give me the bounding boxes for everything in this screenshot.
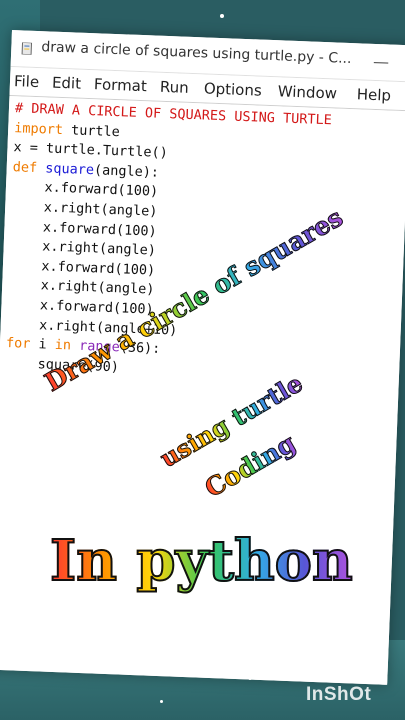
code-line: x.forward(100) — [8, 256, 156, 279]
code-line: x.right(angle) — [7, 276, 155, 299]
code-line: x.forward(100) — [7, 296, 154, 318]
sparkle — [248, 676, 252, 680]
menu-help[interactable]: Help — [356, 85, 391, 104]
code-line: x.forward(100) — [10, 217, 157, 240]
menu-edit[interactable]: Edit — [52, 74, 82, 93]
sparkle — [298, 226, 302, 230]
code-line: x.right(angle) — [10, 198, 158, 220]
code-line: import turtle — [13, 119, 121, 140]
menu-window[interactable]: Window — [277, 82, 337, 102]
sparkle — [66, 500, 70, 504]
sparkle — [220, 14, 224, 18]
sparkle — [338, 642, 343, 647]
python-file-icon — [21, 42, 33, 55]
sparkle — [352, 72, 357, 77]
code-line: def square(angle): — [12, 158, 160, 181]
headline-text: In python — [49, 527, 354, 595]
sparkle — [20, 660, 27, 667]
sparkle — [372, 498, 376, 502]
sparkle — [395, 160, 399, 164]
sparkle — [360, 448, 366, 454]
menu-options[interactable]: Options — [204, 79, 263, 99]
sparkle — [160, 700, 163, 703]
sparkle — [374, 604, 378, 608]
minimize-icon[interactable]: — — [373, 52, 390, 72]
menu-run[interactable]: Run — [160, 78, 189, 97]
window-title: draw a circle of squares using turtle.py… — [41, 39, 352, 68]
sparkle — [308, 462, 312, 466]
inshot-watermark: InShOt — [306, 684, 372, 705]
sparkle — [128, 610, 134, 616]
code-line: x = turtle.Turtle() — [13, 139, 169, 162]
menu-file[interactable]: File — [14, 72, 40, 91]
sparkle — [228, 496, 233, 501]
code-line: x.right(angle) — [9, 237, 157, 259]
menu-format[interactable]: Format — [94, 75, 148, 95]
sparkle — [22, 514, 25, 517]
sparkle — [34, 230, 37, 233]
code-line: x.forward(100) — [11, 178, 159, 201]
sparkle — [110, 440, 115, 445]
